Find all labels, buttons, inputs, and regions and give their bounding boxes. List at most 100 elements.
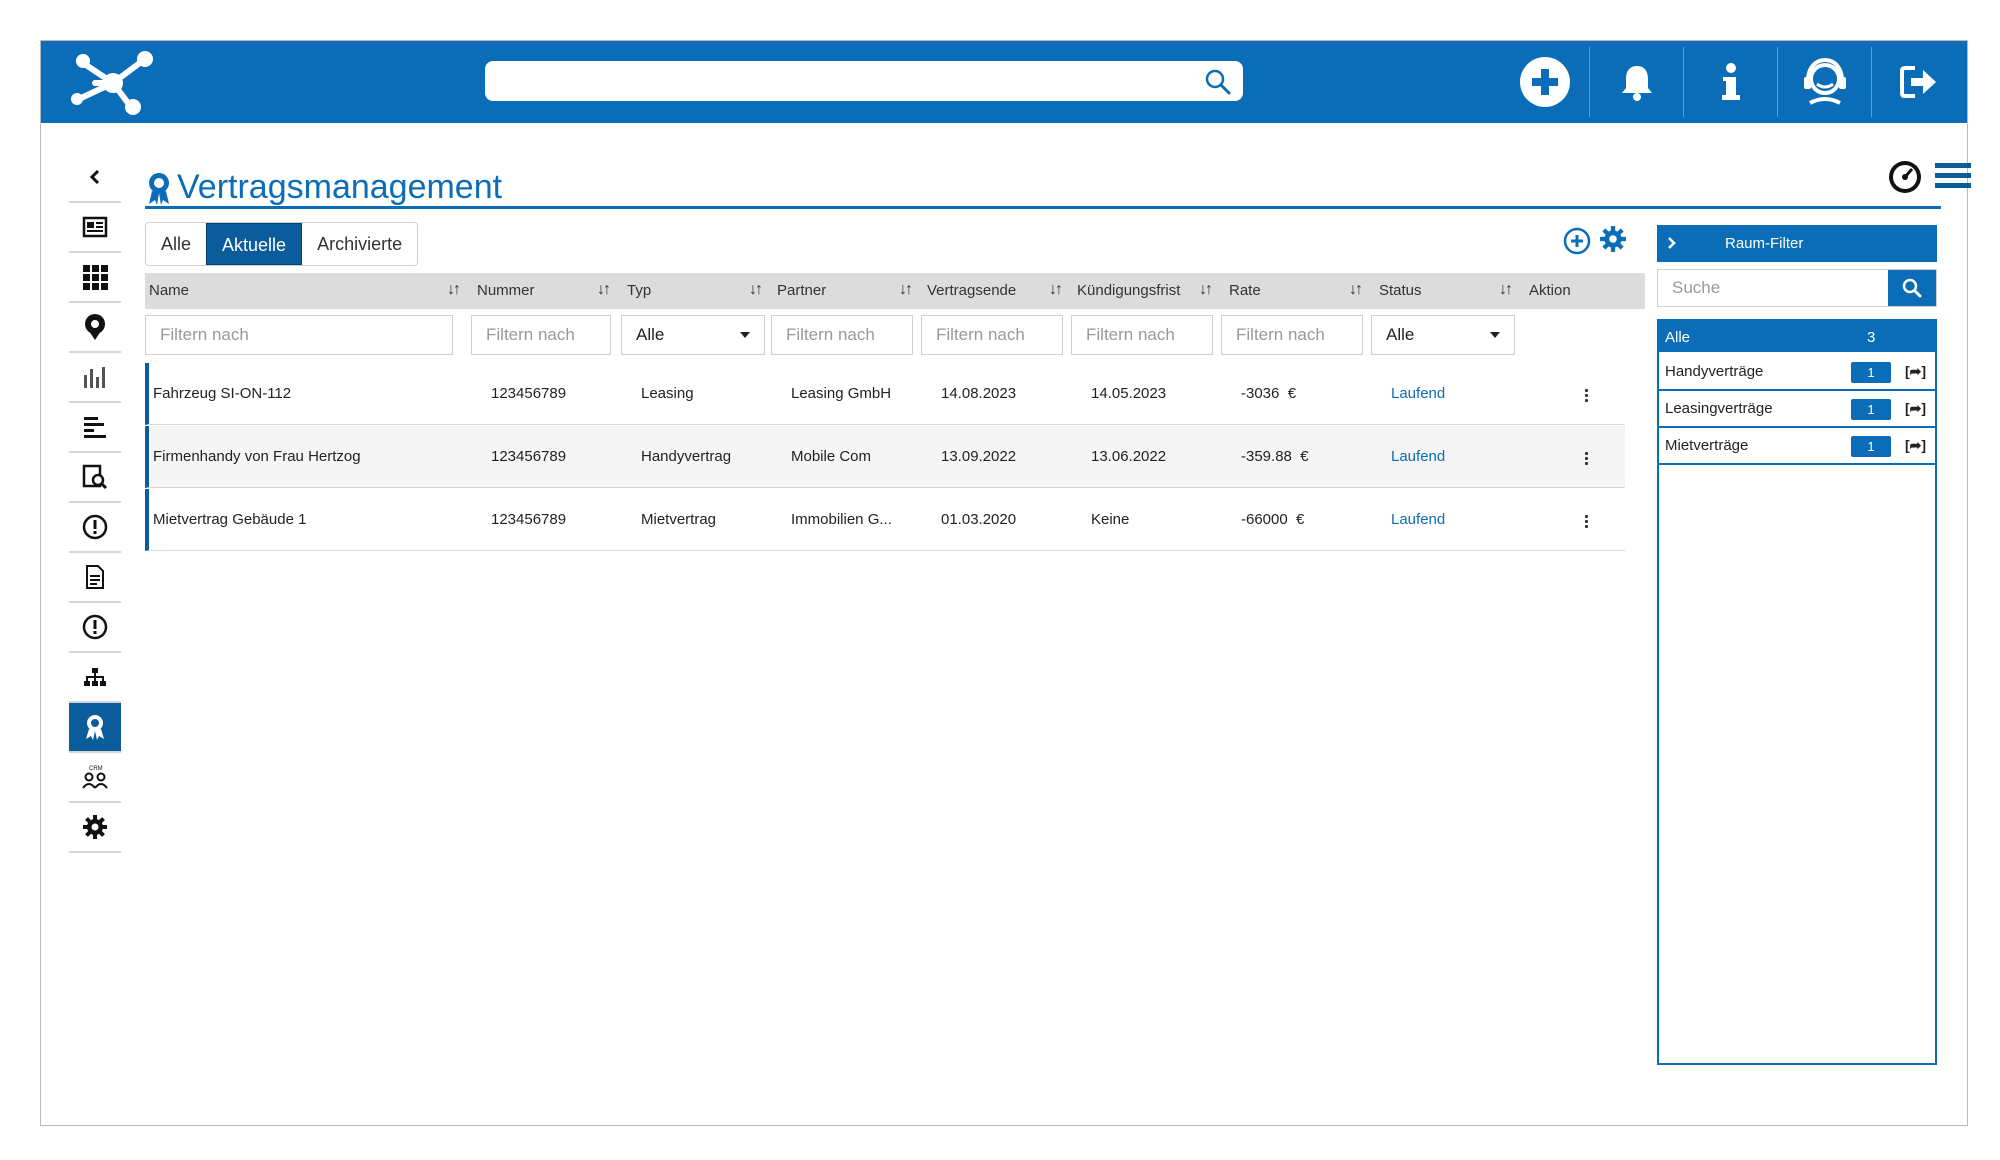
cell-typ: Mietvertrag xyxy=(641,511,717,528)
share-icon[interactable]: [➦] xyxy=(1905,391,1926,426)
sidebar-item-alerts[interactable] xyxy=(69,503,121,553)
sidebar-item-settings[interactable] xyxy=(69,803,121,853)
sort-icon[interactable]: ↓↑ xyxy=(597,273,611,309)
document-icon xyxy=(86,565,104,589)
column-header-rate[interactable]: Rate xyxy=(1229,273,1261,309)
filter-vertragsende-input[interactable]: Filtern nach xyxy=(921,315,1063,355)
column-header-nummer[interactable]: Nummer xyxy=(477,273,535,309)
room-filter-item[interactable]: Leasingverträge 1 [➦] xyxy=(1659,391,1935,428)
speedometer-icon[interactable] xyxy=(1887,159,1923,195)
cell-partner: Immobilien G... xyxy=(791,511,892,528)
filter-typ-select[interactable]: Alle xyxy=(621,315,765,355)
sidebar-item-documents[interactable] xyxy=(69,553,121,603)
table-row[interactable]: Fahrzeug SI-ON-112 123456789 Leasing Lea… xyxy=(145,363,1625,425)
tab-all[interactable]: Alle xyxy=(146,223,206,265)
search-icon[interactable] xyxy=(1205,69,1231,95)
filter-kuendigungsfrist-input[interactable]: Filtern nach xyxy=(1071,315,1213,355)
row-actions-icon[interactable] xyxy=(1585,515,1589,530)
add-circle-icon xyxy=(1520,57,1570,107)
cell-name: Fahrzeug SI-ON-112 xyxy=(153,385,292,402)
support-button[interactable] xyxy=(1779,41,1871,123)
cell-name: Mietvertrag Gebäude 1 xyxy=(153,511,307,528)
column-header-name[interactable]: Name xyxy=(149,273,189,309)
logo-network-icon[interactable] xyxy=(65,47,155,117)
table-row[interactable]: Firmenhandy von Frau Hertzog 123456789 H… xyxy=(145,426,1625,488)
cell-rate: -66000 € xyxy=(1241,511,1305,528)
sidebar-item-reports[interactable] xyxy=(69,453,121,503)
sort-icon[interactable]: ↓↑ xyxy=(447,273,461,309)
status-link[interactable]: Laufend xyxy=(1391,489,1445,551)
column-header-typ[interactable]: Typ xyxy=(627,273,651,309)
filter-partner-input[interactable]: Filtern nach xyxy=(771,315,913,355)
hierarchy-icon xyxy=(84,668,106,686)
add-contract-icon[interactable] xyxy=(1563,227,1591,255)
status-link[interactable]: Laufend xyxy=(1391,363,1445,425)
cell-vertragsende: 14.08.2023 xyxy=(941,385,1017,402)
sort-icon[interactable]: ↓↑ xyxy=(749,273,763,309)
sidebar-collapse[interactable] xyxy=(69,153,121,203)
room-filter-header[interactable]: Raum-Filter xyxy=(1657,225,1937,262)
sidebar-item-hierarchy[interactable] xyxy=(69,653,121,703)
filter-status-select[interactable]: Alle xyxy=(1371,315,1515,355)
sidebar-item-incidents[interactable] xyxy=(69,603,121,653)
sidebar-item-contracts[interactable] xyxy=(69,703,121,753)
room-filter-item[interactable]: Mietverträge 1 [➦] xyxy=(1659,428,1935,465)
sidebar-item-dashboard[interactable] xyxy=(69,203,121,253)
apps-grid-icon xyxy=(83,265,108,290)
sidebar-item-list[interactable] xyxy=(69,403,121,453)
sort-icon[interactable]: ↓↑ xyxy=(1499,273,1513,309)
info-button[interactable] xyxy=(1685,41,1777,123)
column-header-kuendigungsfrist[interactable]: Kündigungsfrist xyxy=(1077,273,1180,309)
room-filter-search-input[interactable]: Suche xyxy=(1672,270,1720,306)
sidebar-item-locations[interactable] xyxy=(69,303,121,353)
row-actions-icon[interactable] xyxy=(1585,452,1589,467)
cell-typ: Leasing xyxy=(641,385,694,402)
row-actions-icon[interactable] xyxy=(1585,389,1589,404)
sort-icon[interactable]: ↓↑ xyxy=(1349,273,1363,309)
notifications-button[interactable] xyxy=(1591,41,1683,123)
sort-icon[interactable]: ↓↑ xyxy=(899,273,913,309)
filter-nummer-input[interactable]: Filtern nach xyxy=(471,315,611,355)
cell-kuendigungsfrist: 13.06.2022 xyxy=(1091,448,1167,465)
count-badge: 1 xyxy=(1851,399,1891,420)
room-filter-search-button[interactable] xyxy=(1888,270,1936,306)
caret-down-icon xyxy=(1490,332,1500,338)
sidebar-item-apps[interactable] xyxy=(69,253,121,303)
sidebar: CRM xyxy=(69,153,121,853)
filter-name-input[interactable]: Filtern nach xyxy=(145,315,453,355)
column-header-vertragsende[interactable]: Vertragsende xyxy=(927,273,1016,309)
count-badge: 1 xyxy=(1851,436,1891,457)
global-search-input[interactable] xyxy=(485,61,1243,101)
sort-icon[interactable]: ↓↑ xyxy=(1199,273,1213,309)
status-link[interactable]: Laufend xyxy=(1391,426,1445,488)
tab-archived[interactable]: Archivierte xyxy=(302,223,417,265)
sidebar-item-crm[interactable]: CRM xyxy=(69,753,121,803)
room-filter-item-all[interactable]: Alle 3 xyxy=(1659,321,1935,354)
chevron-right-icon xyxy=(1668,237,1676,249)
logout-button[interactable] xyxy=(1873,41,1965,123)
cell-vertragsende: 13.09.2022 xyxy=(941,448,1017,465)
tab-current[interactable]: Aktuelle xyxy=(206,223,303,265)
share-icon[interactable]: [➦] xyxy=(1905,354,1926,389)
cell-nummer: 123456789 xyxy=(491,385,567,402)
cell-rate: -359.88 € xyxy=(1241,448,1309,465)
menu-icon[interactable] xyxy=(1935,161,1971,191)
page-header: Vertragsmanagement xyxy=(145,161,1971,209)
room-filter-item[interactable]: Handyverträge 1 [➦] xyxy=(1659,354,1935,391)
svg-text:CRM: CRM xyxy=(89,766,103,772)
sort-icon[interactable]: ↓↑ xyxy=(1049,273,1063,309)
share-icon[interactable]: [➦] xyxy=(1905,428,1926,463)
gear-icon xyxy=(83,815,107,839)
room-filter-search[interactable]: Suche xyxy=(1657,269,1937,307)
room-filter-count: 3 xyxy=(1867,329,1876,346)
column-header-status[interactable]: Status xyxy=(1379,273,1422,309)
caret-down-icon xyxy=(740,332,750,338)
cell-kuendigungsfrist: 14.05.2023 xyxy=(1091,385,1167,402)
gear-icon[interactable] xyxy=(1599,225,1627,253)
column-header-partner[interactable]: Partner xyxy=(777,273,826,309)
filter-rate-input[interactable]: Filtern nach xyxy=(1221,315,1363,355)
add-button[interactable] xyxy=(1499,41,1591,123)
table-row[interactable]: Mietvertrag Gebäude 1 123456789 Mietvert… xyxy=(145,489,1625,551)
cell-partner: Mobile Com xyxy=(791,448,872,465)
sidebar-item-statistics[interactable] xyxy=(69,353,121,403)
